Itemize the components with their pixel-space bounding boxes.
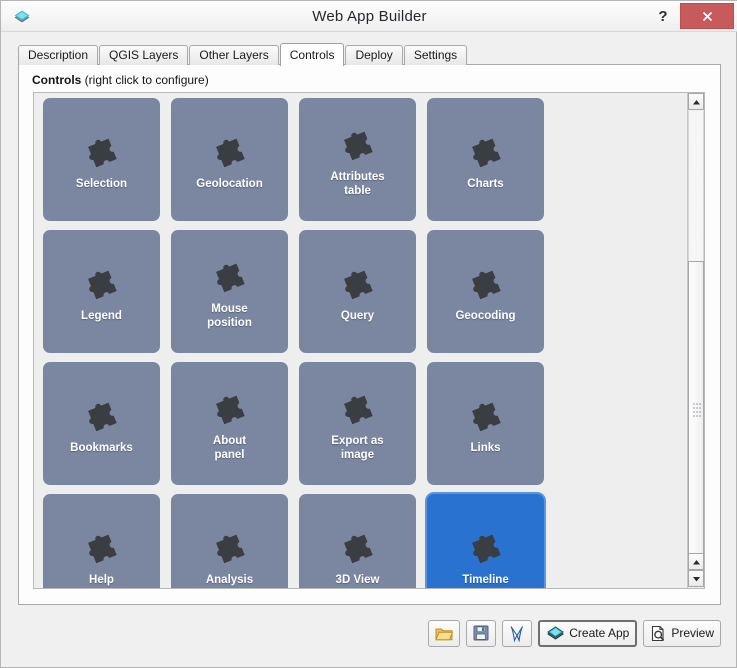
control-tile-label: Geocoding: [451, 309, 519, 323]
puzzle-piece-icon: [467, 525, 505, 571]
puzzle-piece-icon: [467, 129, 505, 175]
tab-deploy[interactable]: Deploy: [345, 45, 402, 65]
group-box-label: Controls (right click to configure): [32, 73, 209, 87]
scroll-up-icon: [692, 553, 701, 571]
control-tile-label: Mouse position: [203, 302, 256, 330]
close-icon: [701, 10, 714, 23]
scrollbar-grip-icon: [693, 403, 701, 419]
close-button[interactable]: [680, 3, 734, 29]
puzzle-piece-icon: [83, 261, 121, 307]
control-tile-about-panel[interactable]: About panel: [171, 362, 288, 485]
tab-settings[interactable]: Settings: [404, 45, 467, 65]
bottom-toolbar: Create App Preview: [18, 613, 721, 653]
web-app-builder-window: Web App Builder ? DescriptionQGIS Layers…: [0, 0, 737, 668]
control-tile-links[interactable]: Links: [427, 362, 544, 485]
control-tile-legend[interactable]: Legend: [43, 230, 160, 353]
save-button[interactable]: [466, 620, 496, 647]
control-tile-label: Attributes table: [326, 170, 388, 198]
scrollbar-thumb[interactable]: [688, 261, 704, 561]
help-button[interactable]: ?: [650, 3, 676, 30]
open-button[interactable]: [428, 620, 460, 647]
control-tile-label: Legend: [77, 309, 126, 323]
puzzle-piece-icon: [339, 261, 377, 307]
control-tile-charts[interactable]: Charts: [427, 98, 544, 221]
group-box-title: Controls: [32, 73, 81, 87]
control-tile-label: Charts: [463, 177, 507, 191]
controls-grid: Selection Geolocation Attributes table Char…: [43, 98, 680, 589]
control-tile-label: Analysis: [202, 573, 257, 587]
control-tile-3d-view[interactable]: 3D View: [299, 494, 416, 589]
controls-scroll-area: Selection Geolocation Attributes table Char…: [33, 92, 705, 589]
scroll-up-button[interactable]: [688, 93, 704, 110]
puzzle-piece-icon: [83, 525, 121, 571]
puzzle-piece-icon: [211, 254, 249, 300]
tab-other-layers[interactable]: Other Layers: [189, 45, 278, 65]
scroll-down-button[interactable]: [688, 570, 704, 587]
puzzle-piece-icon: [467, 393, 505, 439]
control-tile-label: About panel: [209, 434, 250, 462]
control-tile-attributes-table[interactable]: Attributes table: [299, 98, 416, 221]
preview-page-icon: [650, 625, 667, 642]
puzzle-piece-icon: [339, 386, 377, 432]
tab-controls[interactable]: Controls: [280, 43, 345, 66]
window-title: Web App Builder: [1, 1, 737, 32]
control-tile-geocoding[interactable]: Geocoding: [427, 230, 544, 353]
control-tile-query[interactable]: Query: [299, 230, 416, 353]
puzzle-piece-icon: [467, 261, 505, 307]
control-tile-label: Bookmarks: [66, 441, 137, 455]
tab-qgis-layers[interactable]: QGIS Layers: [99, 45, 188, 65]
puzzle-piece-icon: [83, 393, 121, 439]
tab-bar: DescriptionQGIS LayersOther LayersContro…: [18, 43, 468, 65]
control-tile-analysis[interactable]: Analysis: [171, 494, 288, 589]
scroll-up-icon: [692, 93, 701, 111]
control-tile-geolocation[interactable]: Geolocation: [171, 98, 288, 221]
control-tile-label: Links: [466, 441, 504, 455]
puzzle-piece-icon: [211, 386, 249, 432]
puzzle-piece-icon: [83, 129, 121, 175]
puzzle-piece-icon: [339, 122, 377, 168]
control-tile-selection[interactable]: Selection: [43, 98, 160, 221]
create-app-button[interactable]: Create App: [538, 620, 637, 647]
qgis-book-icon: [509, 625, 525, 642]
control-tile-label: 3D View: [332, 573, 384, 587]
control-tile-label: Selection: [72, 177, 131, 191]
control-tile-bookmarks[interactable]: Bookmarks: [43, 362, 160, 485]
puzzle-piece-icon: [211, 525, 249, 571]
control-tile-label: Geolocation: [192, 177, 266, 191]
control-tile-label: Help: [85, 573, 118, 587]
open-folder-icon: [435, 626, 453, 641]
title-bar: Web App Builder ?: [1, 1, 737, 32]
vertical-scrollbar[interactable]: [687, 93, 704, 588]
preview-button-label: Preview: [671, 626, 714, 640]
save-floppy-icon: [473, 625, 489, 641]
open-qgis-button[interactable]: [502, 620, 532, 647]
control-tile-mouse-position[interactable]: Mouse position: [171, 230, 288, 353]
create-app-button-label: Create App: [569, 626, 629, 640]
group-box-hint: (right click to configure): [81, 73, 208, 87]
control-tile-export-as-image[interactable]: Export as image: [299, 362, 416, 485]
tab-page-controls: Controls (right click to configure) Sele…: [18, 64, 721, 605]
scroll-down-icon: [692, 570, 701, 588]
puzzle-piece-icon: [339, 525, 377, 571]
control-tile-label: Export as image: [327, 434, 387, 462]
control-tile-help[interactable]: Help: [43, 494, 160, 589]
scroll-up-button-bottom[interactable]: [688, 553, 704, 570]
app-diamond-icon: [546, 624, 565, 643]
control-tile-label: Timeline: [458, 573, 512, 587]
tab-description[interactable]: Description: [18, 45, 98, 65]
puzzle-piece-icon: [211, 129, 249, 175]
preview-button[interactable]: Preview: [643, 620, 721, 647]
control-tile-label: Query: [337, 309, 378, 323]
control-tile-timeline[interactable]: Timeline: [427, 494, 544, 589]
